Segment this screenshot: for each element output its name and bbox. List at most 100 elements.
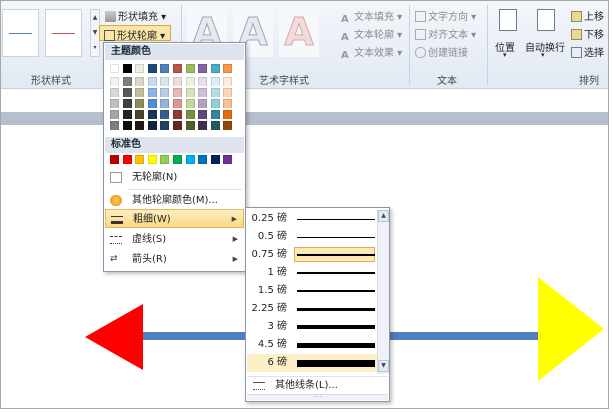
theme-tint-swatch[interactable] bbox=[210, 99, 220, 108]
theme-tint-swatch[interactable] bbox=[147, 77, 157, 86]
theme-tint-swatch[interactable] bbox=[122, 88, 132, 97]
theme-tint-swatch[interactable] bbox=[198, 99, 208, 108]
theme-tint-swatch[interactable] bbox=[135, 121, 145, 130]
theme-tint-swatch[interactable] bbox=[173, 110, 182, 119]
theme-tint-swatch[interactable] bbox=[110, 110, 119, 119]
shape-style-swatch-1[interactable] bbox=[2, 9, 39, 57]
align-text-button[interactable]: 对齐文本 ▾ bbox=[415, 26, 476, 41]
theme-tint-swatch[interactable] bbox=[223, 88, 233, 97]
theme-tint-swatch[interactable] bbox=[147, 110, 157, 119]
theme-tint-swatch[interactable] bbox=[110, 77, 119, 86]
position-button[interactable]: 位置 ▾ bbox=[493, 7, 523, 63]
theme-color-swatch[interactable] bbox=[173, 64, 182, 73]
standard-color-swatch[interactable] bbox=[122, 155, 132, 164]
left-arrowhead[interactable] bbox=[85, 304, 143, 370]
arrows-item[interactable]: ⇄ 箭头(R) ▶ bbox=[105, 250, 244, 269]
shape-style-swatch-2[interactable] bbox=[45, 9, 82, 57]
theme-color-swatch[interactable] bbox=[160, 64, 170, 73]
weight-option[interactable]: 1.5 磅 bbox=[247, 282, 377, 300]
theme-tint-swatch[interactable] bbox=[210, 110, 220, 119]
theme-tint-swatch[interactable] bbox=[185, 121, 195, 130]
theme-tint-swatch[interactable] bbox=[223, 99, 233, 108]
bring-forward-button[interactable]: 上移 bbox=[571, 8, 604, 23]
scroll-down-icon[interactable]: ▼ bbox=[378, 360, 389, 372]
theme-tint-swatch[interactable] bbox=[110, 121, 119, 130]
weight-option[interactable]: 0.25 磅 bbox=[247, 210, 377, 228]
standard-color-swatch[interactable] bbox=[110, 155, 119, 164]
theme-tint-swatch[interactable] bbox=[185, 77, 195, 86]
theme-tint-swatch[interactable] bbox=[122, 99, 132, 108]
theme-tint-swatch[interactable] bbox=[160, 77, 170, 86]
theme-tint-swatch[interactable] bbox=[122, 77, 132, 86]
theme-color-swatch[interactable] bbox=[135, 64, 145, 73]
standard-color-swatch[interactable] bbox=[160, 155, 170, 164]
standard-color-swatch[interactable] bbox=[210, 155, 220, 164]
theme-color-swatch[interactable] bbox=[185, 64, 195, 73]
standard-color-swatch[interactable] bbox=[185, 155, 195, 164]
theme-tint-swatch[interactable] bbox=[147, 99, 157, 108]
weight-option[interactable]: 2.25 磅 bbox=[247, 300, 377, 318]
theme-tint-swatch[interactable] bbox=[198, 110, 208, 119]
standard-color-swatch[interactable] bbox=[223, 155, 233, 164]
theme-tint-swatch[interactable] bbox=[135, 88, 145, 97]
more-outline-colors-item[interactable]: 其他轮廓颜色(M)... bbox=[105, 191, 244, 210]
theme-tint-swatch[interactable] bbox=[223, 77, 233, 86]
dashes-item[interactable]: 虚线(S) ▶ bbox=[105, 230, 244, 249]
theme-color-swatch[interactable] bbox=[110, 64, 119, 73]
theme-tint-swatch[interactable] bbox=[210, 77, 220, 86]
theme-color-swatch[interactable] bbox=[223, 64, 233, 73]
theme-tint-swatch[interactable] bbox=[160, 110, 170, 119]
right-arrowhead[interactable] bbox=[538, 277, 604, 381]
standard-color-swatch[interactable] bbox=[147, 155, 157, 164]
theme-tint-swatch[interactable] bbox=[223, 121, 233, 130]
theme-tint-swatch[interactable] bbox=[198, 121, 208, 130]
more-lines-item[interactable]: 其他线条(L)... bbox=[247, 376, 388, 394]
theme-color-swatch[interactable] bbox=[210, 64, 220, 73]
theme-tint-swatch[interactable] bbox=[110, 88, 119, 97]
send-backward-button[interactable]: 下移 bbox=[571, 26, 604, 41]
theme-tint-swatch[interactable] bbox=[122, 121, 132, 130]
theme-tint-swatch[interactable] bbox=[135, 77, 145, 86]
theme-tint-swatch[interactable] bbox=[160, 99, 170, 108]
theme-tint-swatch[interactable] bbox=[110, 99, 119, 108]
theme-color-swatch[interactable] bbox=[198, 64, 208, 73]
weight-option[interactable]: 6 磅 bbox=[247, 354, 377, 372]
theme-tint-swatch[interactable] bbox=[210, 88, 220, 97]
shape-fill-button[interactable]: 形状填充 ▾ bbox=[105, 8, 166, 23]
theme-tint-swatch[interactable] bbox=[185, 88, 195, 97]
theme-tint-swatch[interactable] bbox=[122, 110, 132, 119]
weight-option[interactable]: 1 磅 bbox=[247, 264, 377, 282]
wordart-style-3[interactable]: A bbox=[279, 9, 319, 57]
theme-tint-swatch[interactable] bbox=[173, 88, 182, 97]
theme-tint-swatch[interactable] bbox=[135, 99, 145, 108]
theme-tint-swatch[interactable] bbox=[185, 99, 195, 108]
text-direction-button[interactable]: 文字方向 ▾ bbox=[415, 8, 476, 23]
selection-pane-button[interactable]: 选择 bbox=[571, 44, 604, 59]
theme-color-swatch[interactable] bbox=[147, 64, 157, 73]
text-effects-button[interactable]: A 文本效果 ▾ bbox=[341, 44, 402, 61]
theme-color-swatch[interactable] bbox=[122, 64, 132, 73]
theme-tint-swatch[interactable] bbox=[173, 77, 182, 86]
theme-tint-swatch[interactable] bbox=[147, 88, 157, 97]
weight-option[interactable]: 0.75 磅 bbox=[247, 246, 377, 264]
theme-tint-swatch[interactable] bbox=[198, 77, 208, 86]
theme-tint-swatch[interactable] bbox=[173, 99, 182, 108]
no-outline-item[interactable]: 无轮廓(N) bbox=[105, 168, 244, 187]
shape-outline-button[interactable]: 形状轮廓 ▾ bbox=[99, 25, 171, 42]
text-fill-button[interactable]: A 文本填充 ▾ bbox=[341, 8, 402, 25]
weight-submenu-scrollbar[interactable]: ▲ ▼ bbox=[377, 210, 389, 374]
theme-tint-swatch[interactable] bbox=[198, 88, 208, 97]
weight-option[interactable]: 3 磅 bbox=[247, 318, 377, 336]
create-link-button[interactable]: 创建链接 bbox=[415, 44, 468, 59]
theme-tint-swatch[interactable] bbox=[160, 121, 170, 130]
weight-item[interactable]: 粗细(W) ▶ bbox=[105, 209, 244, 228]
scroll-up-icon[interactable]: ▲ bbox=[378, 210, 389, 222]
standard-color-swatch[interactable] bbox=[198, 155, 208, 164]
standard-color-swatch[interactable] bbox=[135, 155, 145, 164]
text-outline-button[interactable]: A 文本轮廓 ▾ bbox=[341, 26, 402, 43]
theme-tint-swatch[interactable] bbox=[147, 121, 157, 130]
wrap-text-button[interactable]: 自动换行 ▾ bbox=[525, 7, 565, 63]
theme-tint-swatch[interactable] bbox=[210, 121, 220, 130]
theme-tint-swatch[interactable] bbox=[223, 110, 233, 119]
resize-grip[interactable]: ···· bbox=[247, 394, 388, 401]
